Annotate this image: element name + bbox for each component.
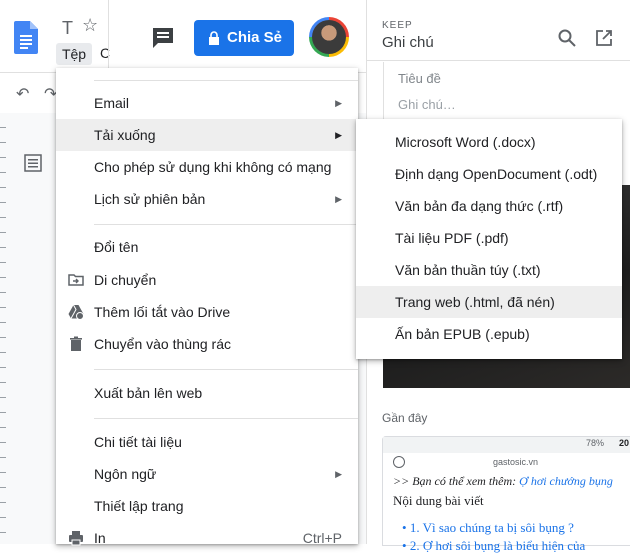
download-option-odt[interactable]: Định dạng OpenDocument (.odt) — [356, 158, 622, 190]
share-button[interactable]: Chia Sẻ — [194, 20, 294, 56]
menu-item-label: Tải xuống — [94, 127, 156, 143]
menu-item-trash[interactable]: Chuyển vào thùng rác — [56, 328, 358, 360]
document-outline-icon[interactable] — [24, 154, 42, 172]
menu-item-label: Chuyển vào thùng rác — [94, 336, 231, 352]
download-option-label: Microsoft Word (.docx) — [395, 134, 536, 150]
menu-item-details[interactable]: Chi tiết tài liệu — [56, 426, 358, 458]
menu-item-download[interactable]: Tải xuống ▶ — [56, 119, 358, 151]
vertical-ruler — [0, 113, 6, 544]
menu-separator — [94, 224, 358, 225]
menu-item-label: Thiết lập trang — [94, 498, 184, 514]
menu-item-label: In — [94, 530, 106, 546]
menu-item-publish[interactable]: Xuất bản lên web — [56, 377, 358, 409]
move-folder-icon — [68, 274, 84, 286]
undo-icon[interactable]: ↶ — [16, 84, 29, 104]
trash-icon — [70, 336, 82, 351]
info-icon — [393, 456, 405, 468]
download-option-epub[interactable]: Ấn bản EPUB (.epub) — [356, 318, 622, 350]
menu-file[interactable]: Tệp — [56, 43, 92, 65]
download-option-label: Tài liệu PDF (.pdf) — [395, 230, 509, 246]
download-option-txt[interactable]: Văn bản thuần túy (.txt) — [356, 254, 622, 286]
screenshot-url: gastosic.vn — [493, 457, 539, 467]
menu-item-label: Lịch sử phiên bản — [94, 191, 206, 207]
lock-icon — [209, 31, 219, 45]
menu-item-label: Ngôn ngữ — [94, 466, 157, 482]
comment-icon[interactable] — [150, 26, 176, 50]
submenu-arrow-icon: ▶ — [335, 469, 342, 479]
menu-item-print[interactable]: In Ctrl+P — [56, 522, 358, 554]
submenu-arrow-icon: ▶ — [335, 98, 342, 108]
recent-card-bullet: • 1. Vì sao chúng ta bị sôi bụng ? — [402, 520, 574, 535]
note-body-input[interactable]: Ghi chú… — [398, 97, 456, 112]
menu-separator — [94, 369, 358, 370]
google-docs-logo-icon[interactable] — [14, 21, 38, 54]
menu-separator — [94, 80, 358, 81]
download-option-html[interactable]: Trang web (.html, đã nén) — [356, 286, 622, 318]
keep-header-divider — [366, 60, 630, 61]
menu-item-label: Di chuyển — [94, 272, 157, 288]
menu-item-label: Thêm lối tắt vào Drive — [94, 304, 231, 320]
share-button-label: Chia Sẻ — [227, 29, 283, 46]
keep-panel-title: Ghi chú — [382, 34, 434, 51]
download-submenu: Microsoft Word (.docx) Định dạng OpenDoc… — [356, 119, 622, 359]
menu-item-email[interactable]: Email ▶ — [56, 87, 358, 119]
submenu-arrow-icon: ▶ — [335, 194, 342, 204]
open-in-new-tab-icon[interactable] — [594, 28, 614, 48]
menu-item-add-shortcut[interactable]: Thêm lối tắt vào Drive — [56, 296, 358, 328]
note-title-input[interactable]: Tiêu đề — [398, 71, 441, 86]
menu-item-label: Đổi tên — [94, 239, 139, 255]
menu-item-shortcut: Ctrl+P — [302, 530, 342, 546]
file-menu: Email ▶ Tải xuống ▶ Cho phép sử dụng khi… — [56, 68, 358, 546]
account-avatar[interactable] — [309, 17, 349, 57]
download-option-label: Văn bản thuần túy (.txt) — [395, 262, 541, 278]
submenu-arrow-icon: ▶ — [335, 130, 342, 140]
menu-item-move[interactable]: Di chuyển — [56, 264, 358, 296]
menu-item-rename[interactable]: Đổi tên — [56, 231, 358, 263]
download-option-docx[interactable]: Microsoft Word (.docx) — [356, 126, 622, 158]
download-option-rtf[interactable]: Văn bản đa dạng thức (.rtf) — [356, 190, 622, 222]
recent-section-label: Gần đây — [382, 411, 428, 425]
battery-level: 78% — [586, 438, 605, 448]
menu-item-language[interactable]: Ngôn ngữ ▶ — [56, 458, 358, 490]
download-option-pdf[interactable]: Tài liệu PDF (.pdf) — [356, 222, 622, 254]
drive-shortcut-icon — [68, 304, 84, 320]
menu-item-label: Xuất bản lên web — [94, 385, 203, 401]
download-option-label: Văn bản đa dạng thức (.rtf) — [395, 198, 564, 214]
keep-panel-label: KEEP — [382, 20, 413, 31]
recent-card-bullet: • 2. Ợ hơi sôi bụng là biểu hiện của — [402, 538, 586, 553]
menu-item-label: Cho phép sử dụng khi không có mạng — [94, 159, 332, 175]
search-icon[interactable] — [557, 28, 577, 48]
star-icon[interactable]: ☆ — [82, 15, 98, 36]
download-option-label: Định dạng OpenDocument (.odt) — [395, 166, 598, 182]
recent-card-bullet-text: 2. Ợ hơi sôi bụng là biểu hiện của — [409, 538, 586, 553]
recent-card-link: Ợ hơi chướng bụng — [519, 474, 613, 488]
menu-item-version-history[interactable]: Lịch sử phiên bản ▶ — [56, 183, 358, 215]
menu-item-label: Email — [94, 95, 130, 111]
download-option-label: Ấn bản EPUB (.epub) — [395, 326, 530, 342]
recent-card-heading: Nội dung bài viết — [393, 493, 484, 508]
menu-item-offline[interactable]: Cho phép sử dụng khi không có mạng — [56, 151, 358, 183]
menu-item-label: Chi tiết tài liệu — [94, 434, 182, 450]
header-divider — [108, 0, 109, 70]
recent-card-prefix: >> Bạn có thể xem thêm: — [393, 474, 520, 488]
status-time: 20 — [619, 438, 630, 448]
document-title[interactable]: T — [62, 18, 73, 39]
menu-separator — [94, 418, 358, 419]
menu-item-page-setup[interactable]: Thiết lập trang — [56, 490, 358, 522]
recent-card-line: >> Bạn có thể xem thêm: Ợ hơi chướng bụn… — [393, 474, 613, 489]
recent-card-bullet-text: 1. Vì sao chúng ta bị sôi bụng ? — [409, 520, 574, 535]
download-option-label: Trang web (.html, đã nén) — [395, 294, 555, 310]
